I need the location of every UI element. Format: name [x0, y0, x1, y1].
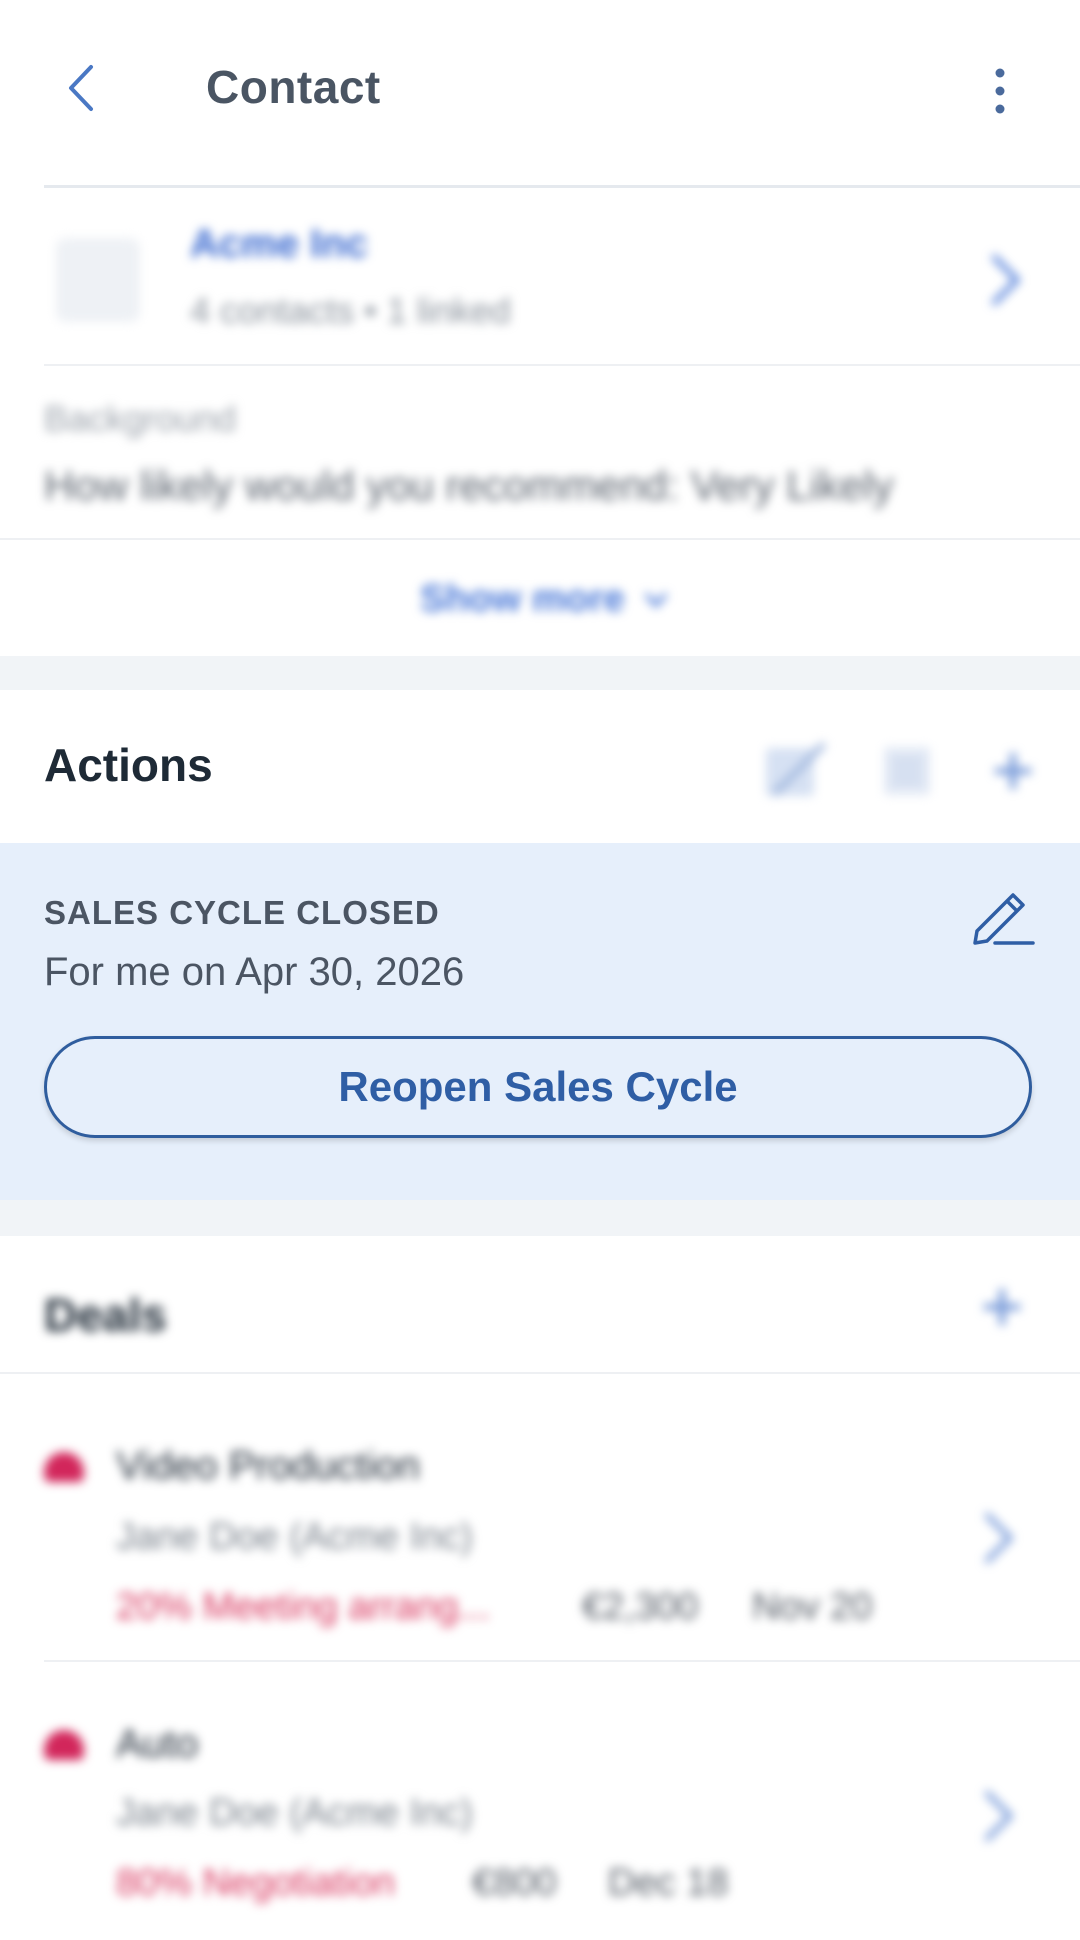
pencil-icon [973, 893, 1035, 945]
edit-sales-cycle-button[interactable] [964, 876, 1040, 952]
deal-company: Jane Doe (Acme Inc) [116, 1516, 473, 1558]
plus-icon [995, 753, 1031, 789]
deal-date: Dec 18 [608, 1862, 729, 1904]
chevron-right-icon [978, 1508, 1018, 1568]
more-options-button[interactable] [970, 58, 1030, 124]
deal-name: Auto [116, 1722, 199, 1766]
actions-title: Actions [44, 739, 213, 791]
company-subtitle: 4 contacts • 1 linked [190, 290, 511, 331]
more-vertical-icon [995, 68, 1005, 114]
chevron-right-icon [985, 250, 1025, 310]
list-icon [884, 747, 930, 795]
add-action-button[interactable] [978, 738, 1048, 804]
divider [0, 1372, 1080, 1374]
show-more-button[interactable]: Show more [420, 578, 669, 621]
chevron-left-icon [69, 65, 93, 111]
chevron-down-icon [644, 592, 668, 608]
add-deal-button[interactable] [975, 1280, 1029, 1334]
reopen-sales-cycle-label: Reopen Sales Cycle [338, 1063, 738, 1110]
log-note-button[interactable] [760, 738, 830, 804]
app-header [0, 0, 1080, 185]
company-row[interactable] [0, 188, 1080, 364]
show-more-label: Show more [420, 578, 625, 620]
background-label: Background [44, 398, 237, 439]
deal-company: Jane Doe (Acme Inc) [116, 1792, 473, 1834]
deal-amount: €800 [472, 1862, 557, 1904]
chevron-right-icon [978, 1786, 1018, 1846]
sales-cycle-closed-date: For me on Apr 30, 2026 [44, 950, 465, 994]
divider [0, 538, 1080, 540]
task-list-button[interactable] [872, 738, 942, 804]
deal-amount: €2,300 [582, 1586, 699, 1628]
divider [44, 1660, 1080, 1662]
background-text: How likely would you recommend: Very Lik… [44, 462, 894, 509]
building-icon [56, 238, 140, 322]
sales-cycle-status: SALES CYCLE CLOSED [44, 894, 440, 931]
reopen-sales-cycle-button[interactable]: Reopen Sales Cycle [44, 1036, 1032, 1138]
deal-date: Nov 20 [752, 1586, 873, 1628]
deal-stage: 20% Meeting arrang... [116, 1586, 490, 1628]
divider [44, 364, 1080, 366]
back-button[interactable] [52, 52, 108, 124]
deals-title: Deals [44, 1289, 167, 1341]
edit-note-icon [766, 741, 827, 797]
page-title: Contact [206, 61, 381, 113]
company-name: Acme Inc [190, 222, 368, 266]
plus-icon [984, 1289, 1020, 1325]
deal-stage: 80% Negotiation [116, 1862, 395, 1904]
section-separator [0, 656, 1080, 690]
deal-name: Video Production [116, 1444, 420, 1488]
section-separator [0, 1200, 1080, 1236]
